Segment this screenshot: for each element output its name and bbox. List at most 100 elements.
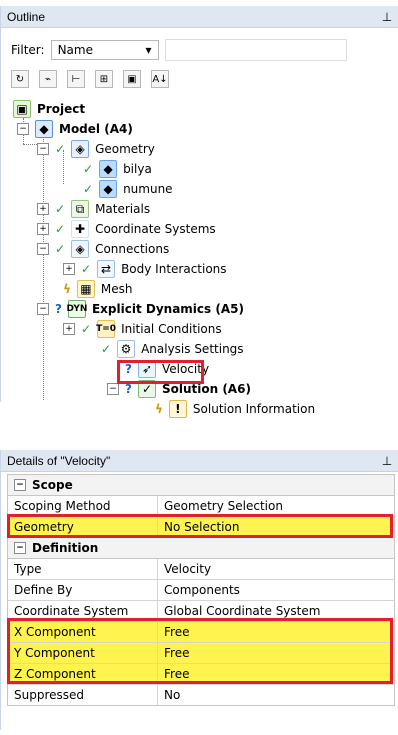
tree-node-analysis-settings[interactable]: ✓ ⚙ Analysis Settings <box>101 340 244 358</box>
check-icon: ✓ <box>83 162 94 176</box>
tree-node-project[interactable]: ▣ Project <box>13 100 85 118</box>
chevron-down-icon: ▾ <box>145 43 152 57</box>
filter-label: Filter: <box>11 43 45 57</box>
tree-icon[interactable]: ⊢ <box>67 70 85 88</box>
refresh-icon[interactable]: ↻ <box>11 70 29 88</box>
tree-node-bilya[interactable]: ✓ ◆ bilya <box>83 160 152 178</box>
tree-label-body-interactions: Body Interactions <box>121 262 227 276</box>
tree-label-bilya: bilya <box>123 162 152 176</box>
section-definition[interactable]: − Definition <box>8 538 394 559</box>
coordinate-systems-icon: ✚ <box>71 220 90 238</box>
check-icon: ✓ <box>81 262 92 276</box>
check-icon: ✓ <box>55 202 66 216</box>
section-label-scope: Scope <box>32 478 73 492</box>
details-value-suppressed[interactable]: No <box>157 685 394 705</box>
geometry-highlight-box <box>7 514 393 538</box>
tree-label-explicit-dynamics: Explicit Dynamics (A5) <box>91 302 244 316</box>
tree-node-model[interactable]: − ◆ Model (A4) <box>17 120 133 138</box>
details-row-define-by[interactable]: Define By Components <box>8 580 394 601</box>
collapse-icon[interactable]: − <box>14 542 26 554</box>
tree-node-solution-information[interactable]: ϟ ! Solution Information <box>155 400 315 418</box>
check-icon: ✓ <box>55 242 66 256</box>
tree-label-geometry: Geometry <box>95 142 155 156</box>
expand-icon[interactable]: ⊞ <box>95 70 113 88</box>
sort-icon[interactable]: A↓ <box>151 70 169 88</box>
tree-node-mesh[interactable]: ϟ ▦ Mesh <box>63 280 133 298</box>
tree-label-project: Project <box>37 102 86 116</box>
details-row-type[interactable]: Type Velocity <box>8 559 394 580</box>
tree-node-initial-conditions[interactable]: + ✓ T=0 Initial Conditions <box>63 320 222 338</box>
connections-icon: ◈ <box>71 240 90 258</box>
check-icon: ✓ <box>81 322 92 336</box>
details-label-define-by: Define By <box>14 583 73 597</box>
mesh-icon: ▦ <box>76 280 95 298</box>
collapse-icon[interactable]: − <box>107 383 119 395</box>
tree-node-coordinate-systems[interactable]: + ✓ ✚ Coordinate Systems <box>37 220 216 238</box>
velocity-highlight-box <box>117 360 204 384</box>
collapse-icon[interactable]: − <box>37 243 49 255</box>
details-value-type[interactable]: Velocity <box>157 559 394 579</box>
lightning-icon: ϟ <box>63 282 71 296</box>
section-scope[interactable]: − Scope <box>8 475 394 496</box>
pin-icon[interactable]: ⊥ <box>381 454 393 468</box>
tree-label-connections: Connections <box>95 242 170 256</box>
tree-label-numune: numune <box>123 182 173 196</box>
tree-label-model: Model (A4) <box>59 122 133 136</box>
outline-toolbar: ↻ ⌁ ⊢ ⊞ ▣ A↓ <box>11 69 169 89</box>
part-icon: ◆ <box>99 180 118 198</box>
details-row-suppressed[interactable]: Suppressed No <box>8 685 394 705</box>
filter-row: Filter: Name ▾ <box>11 39 347 61</box>
components-highlight-box <box>7 618 393 684</box>
project-icon: ▣ <box>13 100 31 118</box>
check-icon: ✓ <box>101 342 112 356</box>
tree-node-connections[interactable]: − ✓ ◈ Connections <box>37 240 169 258</box>
filter-icon[interactable]: ⌁ <box>39 70 57 88</box>
info-icon: ! <box>168 400 187 418</box>
collapse-icon[interactable]: − <box>14 479 26 491</box>
body-interactions-icon: ⇄ <box>97 260 116 278</box>
folder-icon[interactable]: ▣ <box>123 70 141 88</box>
details-panel: Details of "Velocity" ⊥ − Scope Scoping … <box>0 450 398 730</box>
expand-icon[interactable]: + <box>37 223 49 235</box>
tree-node-numune[interactable]: ✓ ◆ numune <box>83 180 173 198</box>
details-titlebar: Details of "Velocity" ⊥ <box>1 450 398 472</box>
details-label-suppressed: Suppressed <box>14 688 85 702</box>
tree-node-materials[interactable]: + ✓ ⧉ Materials <box>37 200 150 218</box>
tree-node-geometry[interactable]: − ✓ ◈ Geometry <box>37 140 155 158</box>
lightning-icon: ϟ <box>155 402 163 416</box>
question-icon: ? <box>125 382 132 396</box>
details-label-type: Type <box>14 562 42 576</box>
tree-node-body-interactions[interactable]: + ✓ ⇄ Body Interactions <box>63 260 227 278</box>
question-icon: ? <box>55 302 62 316</box>
pin-icon[interactable]: ⊥ <box>381 10 393 24</box>
tree-label-coordinate-systems: Coordinate Systems <box>95 222 216 236</box>
tree-label-solution-information: Solution Information <box>192 402 316 416</box>
materials-icon: ⧉ <box>71 200 90 218</box>
filter-select-value: Name <box>57 43 93 57</box>
tree-label-solution: Solution (A6) <box>161 382 251 396</box>
geometry-icon: ◈ <box>71 140 90 158</box>
details-label-coordinate-system: Coordinate System <box>14 604 129 618</box>
filter-select[interactable]: Name ▾ <box>50 40 159 60</box>
tree-node-explicit-dynamics[interactable]: − ? DYN Explicit Dynamics (A5) <box>37 300 244 318</box>
explicit-dynamics-icon: DYN <box>67 300 87 318</box>
check-icon: ✓ <box>55 222 66 236</box>
collapse-icon[interactable]: − <box>37 143 49 155</box>
outline-panel: Outline ⊥ Filter: Name ▾ ↻ ⌁ ⊢ ⊞ ▣ A↓ ▣ … <box>0 6 398 418</box>
tree-label-initial-conditions: Initial Conditions <box>121 322 222 336</box>
tree-label-mesh: Mesh <box>100 282 133 296</box>
initial-conditions-icon: T=0 <box>96 320 116 338</box>
check-icon: ✓ <box>55 142 66 156</box>
expand-icon[interactable]: + <box>37 203 49 215</box>
outline-titlebar: Outline ⊥ <box>1 6 398 28</box>
collapse-icon[interactable]: − <box>37 303 49 315</box>
expand-icon[interactable]: + <box>63 323 75 335</box>
collapse-icon[interactable]: − <box>17 123 29 135</box>
outline-tree: ▣ Project − ◆ Model (A4) − ✓ ◈ Geometry … <box>1 100 398 418</box>
details-value-define-by[interactable]: Components <box>157 580 394 600</box>
filter-input[interactable] <box>164 39 347 61</box>
expand-icon[interactable]: + <box>63 263 75 275</box>
details-value-scoping-method[interactable]: Geometry Selection <box>157 496 394 516</box>
part-icon: ◆ <box>99 160 118 178</box>
model-icon: ◆ <box>35 120 53 138</box>
